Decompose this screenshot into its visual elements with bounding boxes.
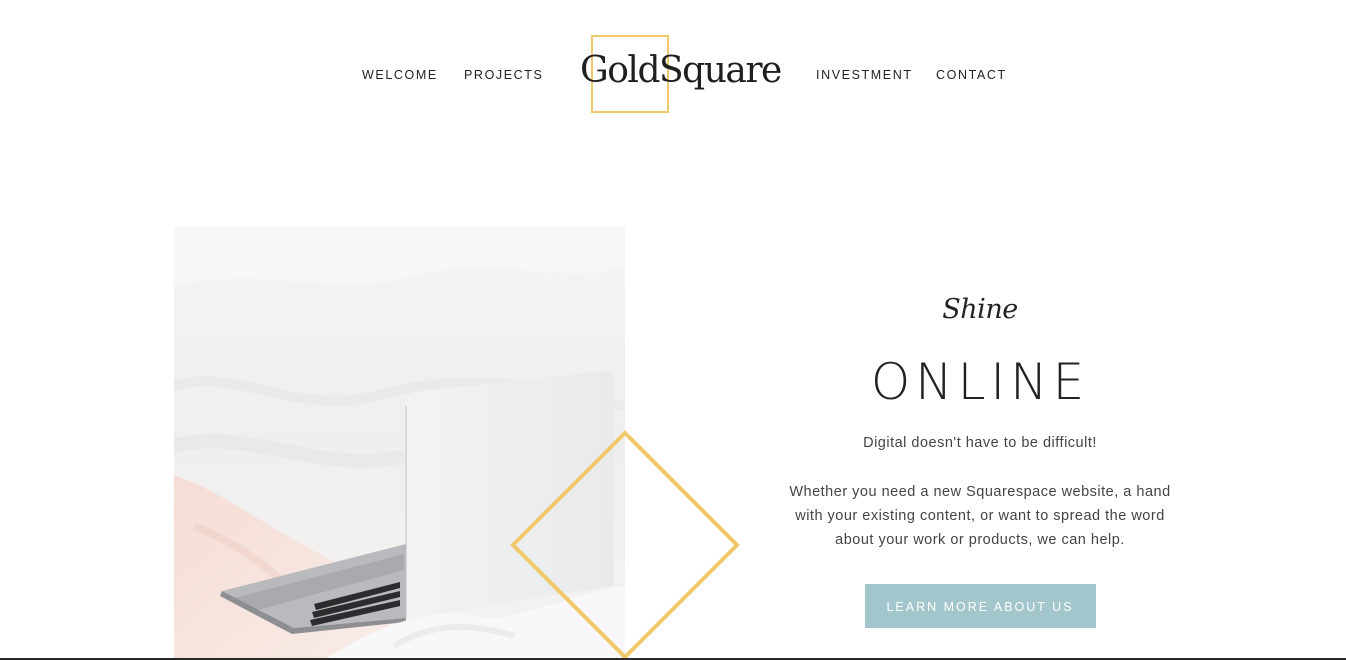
page: WELCOME PROJECTS GoldSquare INVESTMENT C…	[0, 0, 1346, 660]
hero-description: Whether you need a new Squarespace websi…	[789, 484, 1171, 548]
hero-tagline: Digital doesn't have to be difficult!	[863, 435, 1097, 451]
hero-text-column: Shine ONLINE Digital doesn't have to be …	[780, 290, 1180, 628]
laptop-illustration	[174, 226, 625, 660]
hero-laptop-image	[174, 226, 625, 660]
logo-text: GoldSquare	[580, 50, 782, 91]
nav-contact[interactable]: CONTACT	[936, 68, 1007, 82]
hero-headline: ONLINE	[870, 353, 1090, 411]
script-heading: Shine	[942, 294, 1018, 325]
nav-investment[interactable]: INVESTMENT	[816, 68, 913, 82]
nav-welcome[interactable]: WELCOME	[362, 68, 438, 82]
site-header: WELCOME PROJECTS GoldSquare INVESTMENT C…	[0, 0, 1346, 150]
learn-more-button[interactable]: LEARN MORE ABOUT US	[864, 584, 1096, 628]
nav-projects[interactable]: PROJECTS	[464, 68, 543, 82]
site-logo[interactable]: GoldSquare	[580, 34, 782, 114]
